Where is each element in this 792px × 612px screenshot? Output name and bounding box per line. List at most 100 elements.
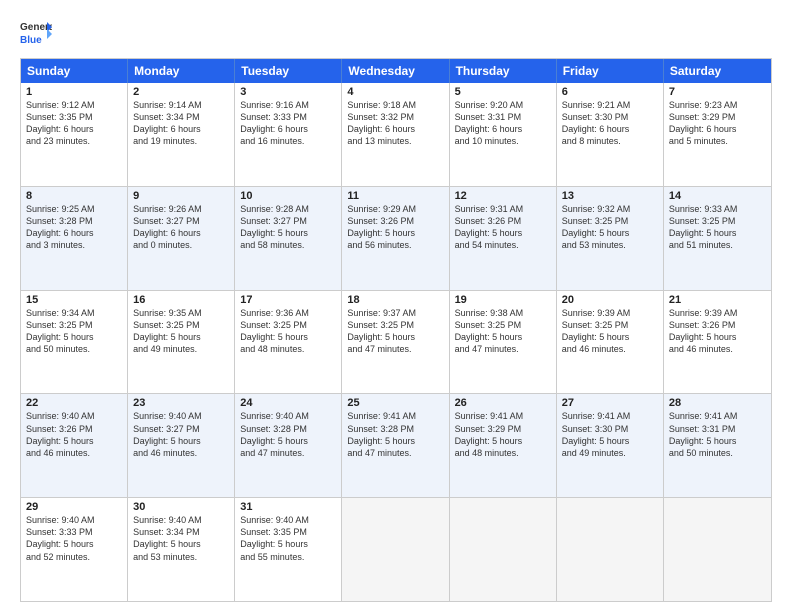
day-number: 29 xyxy=(26,501,122,513)
cell-info: Sunrise: 9:40 AMSunset: 3:34 PMDaylight:… xyxy=(133,514,229,563)
calendar-row-5: 29Sunrise: 9:40 AMSunset: 3:33 PMDayligh… xyxy=(21,497,771,601)
day-number: 2 xyxy=(133,86,229,98)
cell-info: Sunrise: 9:40 AMSunset: 3:33 PMDaylight:… xyxy=(26,514,122,563)
calendar-cell: 14Sunrise: 9:33 AMSunset: 3:25 PMDayligh… xyxy=(664,187,771,290)
calendar-cell: 28Sunrise: 9:41 AMSunset: 3:31 PMDayligh… xyxy=(664,394,771,497)
calendar-cell xyxy=(342,498,449,601)
calendar-row-2: 8Sunrise: 9:25 AMSunset: 3:28 PMDaylight… xyxy=(21,186,771,290)
cell-info: Sunrise: 9:41 AMSunset: 3:28 PMDaylight:… xyxy=(347,410,443,459)
cell-info: Sunrise: 9:26 AMSunset: 3:27 PMDaylight:… xyxy=(133,203,229,252)
calendar-cell: 10Sunrise: 9:28 AMSunset: 3:27 PMDayligh… xyxy=(235,187,342,290)
day-number: 16 xyxy=(133,294,229,306)
calendar-cell: 30Sunrise: 9:40 AMSunset: 3:34 PMDayligh… xyxy=(128,498,235,601)
logo-icon: General Blue xyxy=(20,16,52,48)
calendar-row-1: 1Sunrise: 9:12 AMSunset: 3:35 PMDaylight… xyxy=(21,83,771,186)
day-of-week-wednesday: Wednesday xyxy=(342,59,449,83)
cell-info: Sunrise: 9:36 AMSunset: 3:25 PMDaylight:… xyxy=(240,307,336,356)
day-number: 21 xyxy=(669,294,766,306)
cell-info: Sunrise: 9:39 AMSunset: 3:26 PMDaylight:… xyxy=(669,307,766,356)
day-number: 28 xyxy=(669,397,766,409)
cell-info: Sunrise: 9:29 AMSunset: 3:26 PMDaylight:… xyxy=(347,203,443,252)
day-of-week-friday: Friday xyxy=(557,59,664,83)
day-number: 15 xyxy=(26,294,122,306)
calendar-cell: 1Sunrise: 9:12 AMSunset: 3:35 PMDaylight… xyxy=(21,83,128,186)
cell-info: Sunrise: 9:16 AMSunset: 3:33 PMDaylight:… xyxy=(240,99,336,148)
day-number: 7 xyxy=(669,86,766,98)
calendar-cell: 15Sunrise: 9:34 AMSunset: 3:25 PMDayligh… xyxy=(21,291,128,394)
day-number: 18 xyxy=(347,294,443,306)
day-of-week-tuesday: Tuesday xyxy=(235,59,342,83)
day-number: 6 xyxy=(562,86,658,98)
calendar-header: SundayMondayTuesdayWednesdayThursdayFrid… xyxy=(21,59,771,83)
day-number: 20 xyxy=(562,294,658,306)
day-number: 11 xyxy=(347,190,443,202)
calendar-row-4: 22Sunrise: 9:40 AMSunset: 3:26 PMDayligh… xyxy=(21,393,771,497)
cell-info: Sunrise: 9:12 AMSunset: 3:35 PMDaylight:… xyxy=(26,99,122,148)
cell-info: Sunrise: 9:40 AMSunset: 3:26 PMDaylight:… xyxy=(26,410,122,459)
calendar-cell: 23Sunrise: 9:40 AMSunset: 3:27 PMDayligh… xyxy=(128,394,235,497)
calendar-cell: 4Sunrise: 9:18 AMSunset: 3:32 PMDaylight… xyxy=(342,83,449,186)
calendar-cell: 3Sunrise: 9:16 AMSunset: 3:33 PMDaylight… xyxy=(235,83,342,186)
calendar-cell: 20Sunrise: 9:39 AMSunset: 3:25 PMDayligh… xyxy=(557,291,664,394)
day-number: 22 xyxy=(26,397,122,409)
day-number: 5 xyxy=(455,86,551,98)
day-of-week-monday: Monday xyxy=(128,59,235,83)
calendar-cell: 25Sunrise: 9:41 AMSunset: 3:28 PMDayligh… xyxy=(342,394,449,497)
cell-info: Sunrise: 9:40 AMSunset: 3:27 PMDaylight:… xyxy=(133,410,229,459)
day-number: 31 xyxy=(240,501,336,513)
cell-info: Sunrise: 9:41 AMSunset: 3:31 PMDaylight:… xyxy=(669,410,766,459)
calendar-cell: 11Sunrise: 9:29 AMSunset: 3:26 PMDayligh… xyxy=(342,187,449,290)
cell-info: Sunrise: 9:25 AMSunset: 3:28 PMDaylight:… xyxy=(26,203,122,252)
day-number: 25 xyxy=(347,397,443,409)
cell-info: Sunrise: 9:40 AMSunset: 3:35 PMDaylight:… xyxy=(240,514,336,563)
day-number: 12 xyxy=(455,190,551,202)
cell-info: Sunrise: 9:33 AMSunset: 3:25 PMDaylight:… xyxy=(669,203,766,252)
calendar-cell: 9Sunrise: 9:26 AMSunset: 3:27 PMDaylight… xyxy=(128,187,235,290)
calendar-cell: 31Sunrise: 9:40 AMSunset: 3:35 PMDayligh… xyxy=(235,498,342,601)
cell-info: Sunrise: 9:31 AMSunset: 3:26 PMDaylight:… xyxy=(455,203,551,252)
day-number: 24 xyxy=(240,397,336,409)
calendar-cell xyxy=(664,498,771,601)
cell-info: Sunrise: 9:20 AMSunset: 3:31 PMDaylight:… xyxy=(455,99,551,148)
calendar-cell: 6Sunrise: 9:21 AMSunset: 3:30 PMDaylight… xyxy=(557,83,664,186)
calendar-cell: 5Sunrise: 9:20 AMSunset: 3:31 PMDaylight… xyxy=(450,83,557,186)
cell-info: Sunrise: 9:32 AMSunset: 3:25 PMDaylight:… xyxy=(562,203,658,252)
logo-container: General Blue xyxy=(20,16,52,48)
calendar-cell xyxy=(557,498,664,601)
calendar-cell: 16Sunrise: 9:35 AMSunset: 3:25 PMDayligh… xyxy=(128,291,235,394)
day-of-week-sunday: Sunday xyxy=(21,59,128,83)
day-number: 17 xyxy=(240,294,336,306)
calendar-cell: 18Sunrise: 9:37 AMSunset: 3:25 PMDayligh… xyxy=(342,291,449,394)
cell-info: Sunrise: 9:41 AMSunset: 3:29 PMDaylight:… xyxy=(455,410,551,459)
calendar-cell xyxy=(450,498,557,601)
day-number: 4 xyxy=(347,86,443,98)
cell-info: Sunrise: 9:35 AMSunset: 3:25 PMDaylight:… xyxy=(133,307,229,356)
cell-info: Sunrise: 9:39 AMSunset: 3:25 PMDaylight:… xyxy=(562,307,658,356)
day-number: 13 xyxy=(562,190,658,202)
cell-info: Sunrise: 9:38 AMSunset: 3:25 PMDaylight:… xyxy=(455,307,551,356)
calendar-cell: 29Sunrise: 9:40 AMSunset: 3:33 PMDayligh… xyxy=(21,498,128,601)
cell-info: Sunrise: 9:34 AMSunset: 3:25 PMDaylight:… xyxy=(26,307,122,356)
svg-text:Blue: Blue xyxy=(20,35,42,46)
calendar-row-3: 15Sunrise: 9:34 AMSunset: 3:25 PMDayligh… xyxy=(21,290,771,394)
day-number: 19 xyxy=(455,294,551,306)
calendar-cell: 21Sunrise: 9:39 AMSunset: 3:26 PMDayligh… xyxy=(664,291,771,394)
page: General Blue SundayMondayTuesdayWednesda… xyxy=(0,0,792,612)
cell-info: Sunrise: 9:41 AMSunset: 3:30 PMDaylight:… xyxy=(562,410,658,459)
calendar-body: 1Sunrise: 9:12 AMSunset: 3:35 PMDaylight… xyxy=(21,83,771,601)
day-number: 1 xyxy=(26,86,122,98)
cell-info: Sunrise: 9:21 AMSunset: 3:30 PMDaylight:… xyxy=(562,99,658,148)
cell-info: Sunrise: 9:18 AMSunset: 3:32 PMDaylight:… xyxy=(347,99,443,148)
calendar-cell: 27Sunrise: 9:41 AMSunset: 3:30 PMDayligh… xyxy=(557,394,664,497)
calendar-cell: 8Sunrise: 9:25 AMSunset: 3:28 PMDaylight… xyxy=(21,187,128,290)
calendar-cell: 17Sunrise: 9:36 AMSunset: 3:25 PMDayligh… xyxy=(235,291,342,394)
day-of-week-saturday: Saturday xyxy=(664,59,771,83)
day-number: 10 xyxy=(240,190,336,202)
calendar-cell: 7Sunrise: 9:23 AMSunset: 3:29 PMDaylight… xyxy=(664,83,771,186)
day-number: 14 xyxy=(669,190,766,202)
calendar-cell: 2Sunrise: 9:14 AMSunset: 3:34 PMDaylight… xyxy=(128,83,235,186)
cell-info: Sunrise: 9:28 AMSunset: 3:27 PMDaylight:… xyxy=(240,203,336,252)
calendar-cell: 19Sunrise: 9:38 AMSunset: 3:25 PMDayligh… xyxy=(450,291,557,394)
calendar: SundayMondayTuesdayWednesdayThursdayFrid… xyxy=(20,58,772,602)
calendar-cell: 22Sunrise: 9:40 AMSunset: 3:26 PMDayligh… xyxy=(21,394,128,497)
